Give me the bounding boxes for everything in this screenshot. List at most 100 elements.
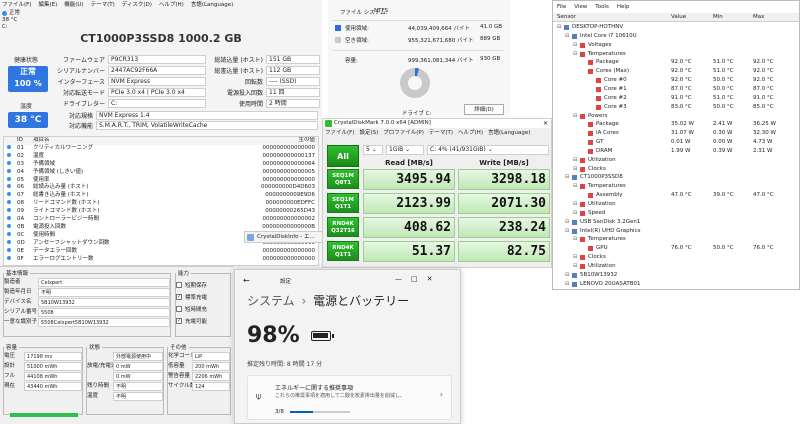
sensor-row[interactable]: GPU 76.0 °C 50.0 °C 76.0 °C	[553, 244, 799, 253]
sensor-row[interactable]: ⊟ Speed	[553, 209, 799, 218]
sensor-tree[interactable]: ⊟ DESKTOP-HOTHNV ⊟ Intel Core i7 10610U ⊟ Vol…	[553, 23, 799, 289]
table-row[interactable]: 09 ライトコマンド数 (ホスト) 00000000265D43	[4, 208, 318, 216]
checkbox-unchecked-icon[interactable]	[176, 281, 182, 288]
cdm-menu-item[interactable]: 言語(Language)	[488, 130, 530, 136]
sensor-row[interactable]: Core #3 83.0 °C 50.0 °C 85.0 °C	[553, 103, 799, 112]
cdi-mini-window[interactable]: CrystalDiskInfo - エ...	[244, 231, 324, 243]
expand-toggle-icon[interactable]: ⊟	[573, 112, 577, 121]
table-row[interactable]: 0F エラーログエントリー数 000000000000000	[4, 255, 318, 264]
checkbox-checked-icon[interactable]: ✓	[176, 293, 182, 300]
expand-toggle-icon[interactable]: ⊟	[573, 50, 577, 59]
cdi-menu-item[interactable]: 編集(E)	[38, 2, 57, 8]
table-row[interactable]: 01 クリティカルワーニング 000000000000000	[4, 144, 318, 153]
sensor-row[interactable]: ⊟ Powers	[553, 112, 799, 121]
col-max[interactable]: Max	[753, 13, 764, 22]
size-select[interactable]: 1GiB ⌄	[386, 145, 424, 155]
cdm-menu-item[interactable]: 設定(S)	[359, 130, 378, 136]
sensor-row[interactable]: ⊟ Temperatures	[553, 50, 799, 59]
cdm-menu-item[interactable]: テーマ(T)	[429, 130, 453, 136]
test-button[interactable]: RND4K Q32T16	[327, 217, 359, 237]
cdi-drive-tray[interactable]: 正常 38 °C C:	[2, 10, 28, 32]
cdi-menu-item[interactable]: ディスク(D)	[122, 2, 152, 8]
expand-toggle-icon[interactable]: ⊟	[565, 218, 569, 227]
checkbox-unchecked-icon[interactable]	[176, 305, 182, 312]
sensor-row[interactable]: ⊟ Intel Core i7 10610U	[553, 32, 799, 41]
sensor-row[interactable]: IA Cores 31.07 W 0.30 W 32.30 W	[553, 129, 799, 138]
expand-toggle-icon[interactable]: ⊟	[565, 227, 569, 236]
hwinfo-menu-item[interactable]: Tools	[595, 4, 609, 10]
cdi-menu-item[interactable]: ファイル(F)	[2, 2, 31, 8]
col-min[interactable]: Min	[713, 13, 723, 22]
count-select[interactable]: 5 ⌄	[363, 145, 383, 155]
expand-toggle-icon[interactable]: ⊟	[573, 235, 577, 244]
drive-select[interactable]: C: 4% (41/931GiB) ⌄	[427, 145, 549, 155]
capability-checkbox[interactable]: 短期保存	[176, 280, 230, 289]
capability-checkbox[interactable]: ✓ 標準充電	[176, 292, 230, 301]
sensor-row[interactable]: ⊟ Temperatures	[553, 182, 799, 191]
expand-toggle-icon[interactable]: ⊟	[565, 32, 569, 41]
all-button[interactable]: All	[327, 145, 359, 167]
maximize-icon[interactable]: □	[411, 275, 427, 283]
table-row[interactable]: 08 リードコマンド数 (ホスト) 000000000EDFFC	[4, 200, 318, 208]
table-row[interactable]: 04 予備領域 (しきい値) 000000000000005	[4, 168, 318, 177]
sensor-row[interactable]: ⊟ Voltages	[553, 41, 799, 50]
back-arrow-icon[interactable]: ←	[243, 276, 250, 285]
expand-toggle-icon[interactable]: ⊟	[573, 156, 577, 165]
col-sensor[interactable]: Sensor	[557, 13, 576, 22]
checkbox-checked-icon[interactable]: ✓	[176, 317, 182, 324]
table-row[interactable]: 02 温度 000000000000137	[4, 152, 318, 161]
sensor-row[interactable]: Core #1 87.0 °C 50.0 °C 87.0 °C	[553, 85, 799, 94]
expand-toggle-icon[interactable]: ⊟	[573, 165, 577, 174]
expand-toggle-icon[interactable]: ⊟	[573, 209, 577, 218]
test-button[interactable]: SEQ1M Q8T1	[327, 169, 359, 189]
sensor-row[interactable]: ⊟ DESKTOP-HOTHNV	[553, 23, 799, 32]
expand-toggle-icon[interactable]: ⊟	[573, 200, 577, 209]
capability-checkbox[interactable]: 短時間充	[176, 304, 230, 313]
window-controls[interactable]: —□✕	[395, 275, 442, 283]
smart-table[interactable]: ID 項目名 生の値 01 クリティカルワーニング 000000000000000 0…	[3, 136, 319, 266]
cdi-menu-item[interactable]: 機能(U)	[64, 2, 83, 8]
sensor-row[interactable]: Assembly 47.0 °C 39.0 °C 47.0 °C	[553, 191, 799, 200]
details-button[interactable]: 詳細(D)	[464, 104, 504, 115]
sensor-row[interactable]: DRAM 1.99 W 0.39 W 2.31 W	[553, 147, 799, 156]
cdi-menu-item[interactable]: テーマ(T)	[91, 2, 115, 8]
sensor-row[interactable]: ⊟ LENOVO 20UASATB01	[553, 280, 799, 289]
table-row[interactable]: 0E データエラー回数 000000000000000	[4, 247, 318, 256]
sensor-row[interactable]: ⊟ Temperatures	[553, 235, 799, 244]
sensor-row[interactable]: Package 35.02 W 2.41 W 36.25 W	[553, 120, 799, 129]
sensor-row[interactable]: Cores (Max) 92.0 °C 51.0 °C 92.0 °C	[553, 67, 799, 76]
sensor-row[interactable]: GT 0.01 W 0.00 W 4.73 W	[553, 138, 799, 147]
test-button[interactable]: SEQ1M Q1T1	[327, 193, 359, 213]
sensor-row[interactable]: ⊟ CT1000P3SSD8	[553, 173, 799, 182]
sensor-row[interactable]: Core #0 92.0 °C 50.0 °C 92.0 °C	[553, 76, 799, 85]
sensor-row[interactable]: ⊟ Utilization	[553, 156, 799, 165]
close-icon[interactable]: ✕	[543, 119, 548, 128]
expand-toggle-icon[interactable]: ⊟	[557, 23, 561, 32]
expand-toggle-icon[interactable]: ⊟	[573, 253, 577, 262]
sensor-row[interactable]: ⊟ Intel(R) UHD Graphics	[553, 227, 799, 236]
hwinfo-menu-item[interactable]: Help	[617, 4, 630, 10]
expand-toggle-icon[interactable]: ⊟	[573, 182, 577, 191]
hwinfo-menu-item[interactable]: View	[574, 4, 587, 10]
sensor-row[interactable]: Core #2 91.0 °C 51.0 °C 91.0 °C	[553, 94, 799, 103]
sensor-row[interactable]: ⊟ Utilization	[553, 262, 799, 271]
cdm-menu-item[interactable]: プロファイル(P)	[383, 130, 424, 136]
cdi-menu-item[interactable]: ヘルプ(H)	[159, 2, 184, 8]
sensor-row[interactable]: ⊟ 5B10W13932	[553, 271, 799, 280]
table-row[interactable]: 03 予備領域 000000000000064	[4, 160, 318, 169]
cdm-menu-item[interactable]: ファイル(F)	[325, 130, 354, 136]
sensor-row[interactable]: ⊟ USB SanDisk 3.2Gen1	[553, 218, 799, 227]
close-icon[interactable]: ✕	[427, 275, 442, 283]
col-value[interactable]: Value	[671, 13, 686, 22]
expand-toggle-icon[interactable]: ⊟	[573, 41, 577, 50]
energy-recommendations-card[interactable]: ⍦ エネルギーに関する推奨事項 これらの推奨事項を適用して二酸化炭素排出量を削減…	[247, 375, 452, 420]
breadcrumb-system[interactable]: システム	[247, 294, 295, 308]
cdi-menu-item[interactable]: 言語(Language)	[191, 2, 233, 8]
hwinfo-menu-item[interactable]: File	[557, 4, 566, 10]
expand-toggle-icon[interactable]: ⊟	[565, 271, 569, 280]
minimize-icon[interactable]: —	[395, 275, 411, 283]
sensor-row[interactable]: Package 92.0 °C 51.0 °C 92.0 °C	[553, 58, 799, 67]
sensor-row[interactable]: ⊟ Clocks	[553, 253, 799, 262]
expand-toggle-icon[interactable]: ⊟	[565, 280, 569, 289]
expand-toggle-icon[interactable]: ⊟	[565, 173, 569, 182]
